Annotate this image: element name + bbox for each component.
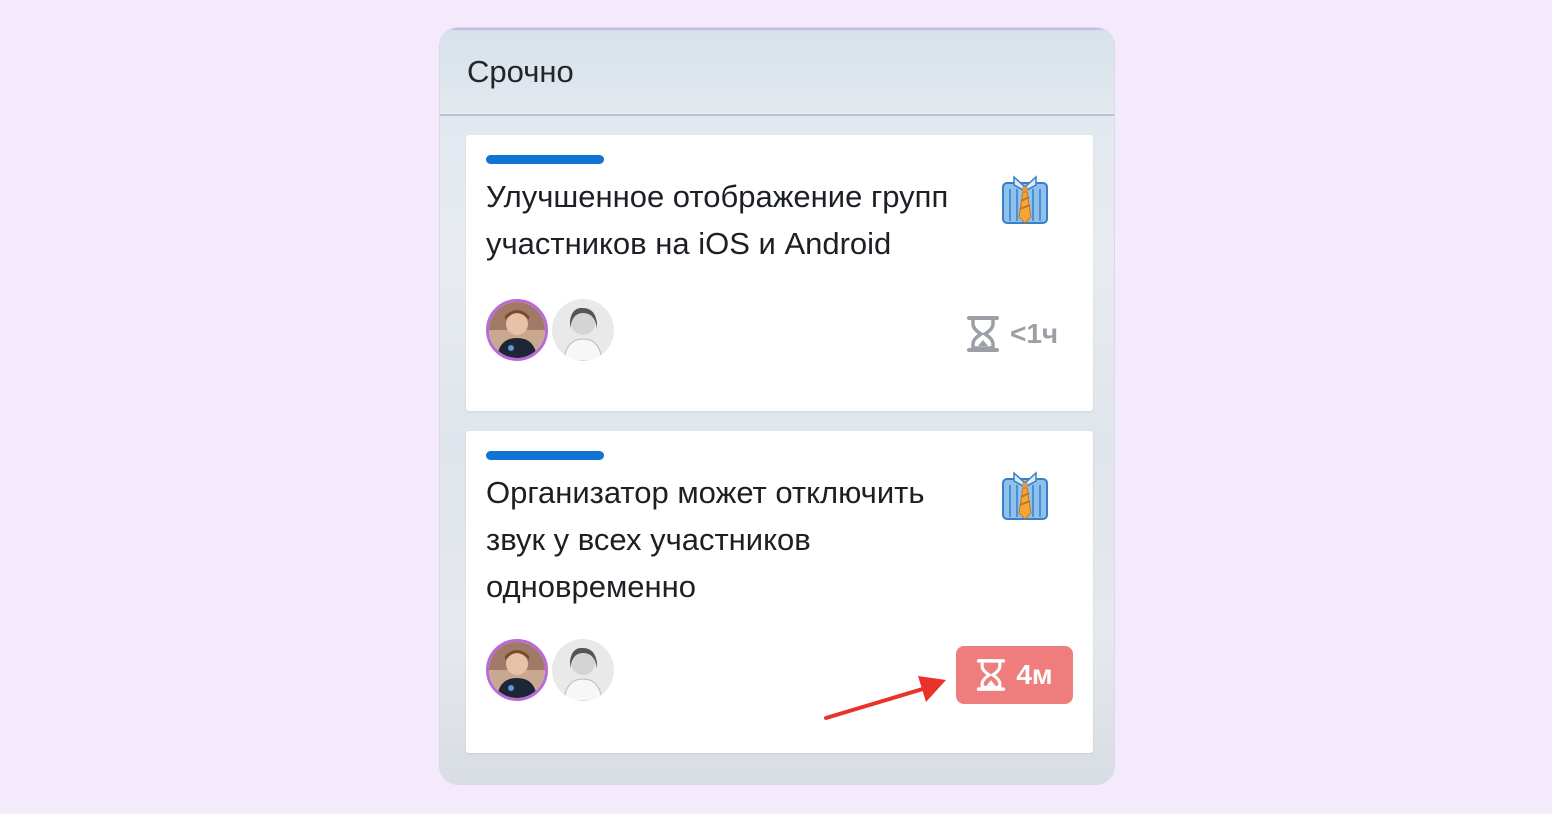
task-card[interactable]: Организатор может отключить звук у всех … [466, 431, 1093, 753]
avatar[interactable] [552, 299, 614, 361]
column-header[interactable]: Срочно [440, 28, 1114, 116]
task-card[interactable]: Улучшенное отображение групп участников … [466, 135, 1093, 411]
hourglass-icon [977, 659, 1006, 691]
column-title: Срочно [467, 54, 574, 89]
task-title: Организатор может отключить звук у всех … [486, 475, 925, 604]
due-badge[interactable]: <1ч [966, 315, 1058, 353]
avatar[interactable] [486, 299, 548, 361]
hourglass-icon [967, 316, 999, 352]
label-bar [486, 155, 604, 164]
necktie-shirt-icon [1002, 175, 1048, 224]
due-text: <1ч [1010, 318, 1059, 349]
members [486, 299, 614, 361]
avatar-photo [489, 642, 545, 698]
members [486, 639, 614, 701]
necktie-shirt-icon [1002, 471, 1048, 520]
avatar[interactable] [486, 639, 548, 701]
avatar-photo [489, 302, 545, 358]
avatar-photo [552, 639, 614, 701]
avatar[interactable] [552, 639, 614, 701]
due-badge-overdue[interactable]: 4м [956, 646, 1073, 704]
annotation-arrow-icon [824, 676, 946, 720]
avatar-photo [552, 299, 614, 361]
kanban-column: Срочно Улучшенное отображение групп учас… [440, 28, 1114, 784]
task-title: Улучшенное отображение групп участников … [486, 179, 949, 261]
label-bar [486, 451, 604, 460]
due-text: 4м [1016, 659, 1053, 690]
